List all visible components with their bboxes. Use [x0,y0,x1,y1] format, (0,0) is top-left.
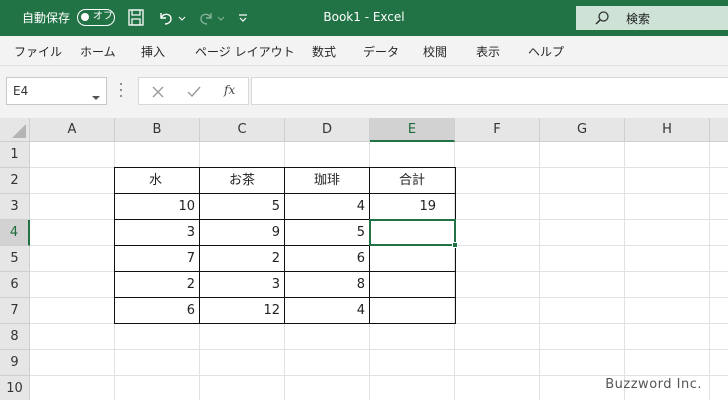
cell-d6[interactable]: 8 [285,272,369,297]
redo-dropdown-icon[interactable] [217,8,225,28]
toggle-knob [81,13,89,21]
row-header-3[interactable]: 3 [0,194,30,220]
row-header-4[interactable]: 4 [0,220,30,246]
undo-icon[interactable] [156,8,176,28]
cell-b5[interactable]: 7 [115,246,199,271]
cell-d7[interactable]: 4 [285,298,369,323]
cell-c2[interactable]: お茶 [200,168,284,193]
column-header-e[interactable]: E [370,118,455,142]
cell-e5[interactable] [370,246,454,271]
formula-input[interactable] [251,77,728,105]
cell-e6[interactable] [370,272,454,297]
cell-c3[interactable]: 5 [200,194,284,219]
column-header-f[interactable]: F [455,118,540,142]
fill-handle[interactable] [452,242,458,248]
cell-c4[interactable]: 9 [200,220,284,245]
tab-formulas[interactable]: 数式 [312,43,336,60]
redo-icon[interactable] [196,8,216,28]
undo-dropdown-icon[interactable] [178,8,186,28]
drag-handle-icon[interactable] [119,81,123,103]
tab-page-layout[interactable]: ページ レイアウト [195,43,295,60]
insert-function-button[interactable]: fx [224,83,235,97]
select-all-button[interactable] [0,118,30,142]
column-header-h[interactable]: H [625,118,710,142]
tab-help[interactable]: ヘルプ [528,43,564,60]
column-header-d[interactable]: D [285,118,370,142]
formula-bar: E4 fx [0,66,728,118]
row-header-7[interactable]: 7 [0,298,30,324]
column-header-i[interactable] [710,118,728,142]
row-header-5[interactable]: 5 [0,246,30,272]
cell-d2[interactable]: 珈琲 [285,168,369,193]
title-bar: 自動保存 オフ Book1 - Excel 検索 [0,0,728,36]
cell-e7[interactable] [370,298,454,323]
gridline [30,375,728,376]
name-box-dropdown-icon[interactable] [92,87,100,106]
column-header-a[interactable]: A [30,118,115,142]
autosave-state: オフ [93,11,113,22]
enter-icon[interactable] [186,84,202,103]
cell-e3[interactable]: 19 [370,194,454,219]
cell-d5[interactable]: 6 [285,246,369,271]
row-header-6[interactable]: 6 [0,272,30,298]
row-header-8[interactable]: 8 [0,324,30,350]
search-label: 検索 [626,12,651,26]
search-icon [594,10,610,30]
tab-data[interactable]: データ [363,43,399,60]
tab-review[interactable]: 校閲 [423,43,447,60]
row-header-2[interactable]: 2 [0,168,30,194]
name-box[interactable]: E4 [6,77,107,105]
tab-view[interactable]: 表示 [476,43,500,60]
column-header-b[interactable]: B [115,118,200,142]
cell-d4[interactable]: 5 [285,220,369,245]
name-box-value: E4 [13,84,29,98]
cell-c7[interactable]: 12 [200,298,284,323]
gridline [30,349,728,350]
cancel-icon[interactable] [151,84,165,103]
search-box[interactable]: 検索 [576,6,728,30]
column-header-g[interactable]: G [540,118,625,142]
watermark: Buzzword Inc. [605,377,702,392]
tab-file[interactable]: ファイル [14,43,62,60]
column-header-c[interactable]: C [200,118,285,142]
document-title: Book1 - Excel [323,10,405,24]
gridline [30,323,728,324]
customize-toolbar-icon[interactable] [237,8,249,28]
spreadsheet-grid[interactable]: A B C D E F G H 1 2 3 4 5 6 7 8 9 10 水 お… [0,118,728,400]
save-icon[interactable] [127,8,145,28]
tab-insert[interactable]: 挿入 [141,43,165,60]
row-header-1[interactable]: 1 [0,142,30,168]
active-cell-outline [369,219,456,246]
cell-b4[interactable]: 3 [115,220,199,245]
cell-b2[interactable]: 水 [115,168,199,193]
formula-buttons: fx [138,77,249,105]
autosave-toggle[interactable]: オフ [77,9,115,26]
cell-d3[interactable]: 4 [285,194,369,219]
cell-e2[interactable]: 合計 [370,168,454,193]
tab-home[interactable]: ホーム [80,43,116,60]
row-header-10[interactable]: 10 [0,376,30,400]
cell-c5[interactable]: 2 [200,246,284,271]
cell-b3[interactable]: 10 [115,194,199,219]
row-header-9[interactable]: 9 [0,350,30,376]
autosave-label: 自動保存 [22,11,71,25]
cell-b6[interactable]: 2 [115,272,199,297]
ribbon-tabs: ファイル ホーム 挿入 ページ レイアウト 数式 データ 校閲 表示 ヘルプ [0,36,728,66]
cell-c6[interactable]: 3 [200,272,284,297]
cell-b7[interactable]: 6 [115,298,199,323]
